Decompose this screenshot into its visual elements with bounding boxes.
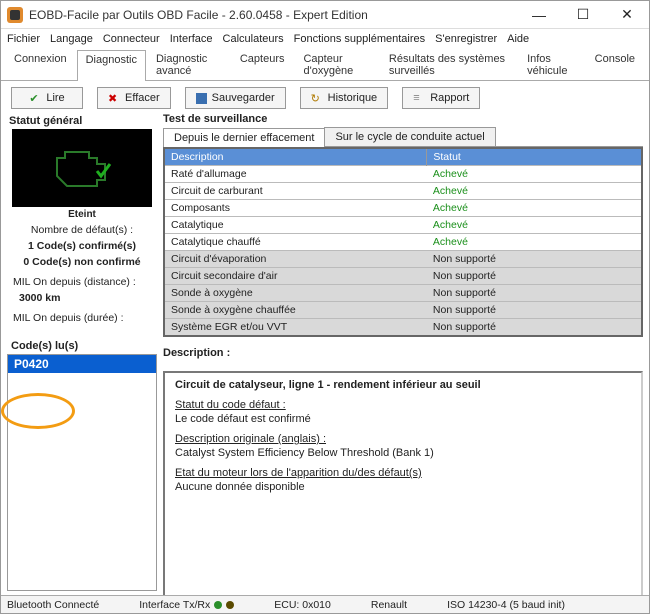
close-button[interactable]: ✕ [605, 1, 649, 28]
status-text: Le code défaut est confirmé [175, 413, 631, 425]
table-row[interactable]: Catalytique chaufféAchevé [164, 234, 642, 251]
subtab-1[interactable]: Sur le cycle de conduite actuel [324, 127, 495, 146]
interface-status: Interface Tx/Rx [139, 599, 234, 611]
col-description[interactable]: Description [164, 148, 427, 166]
tab-strip: ConnexionDiagnosticDiagnostic avancéCapt… [1, 49, 649, 81]
engine-graphic [12, 129, 152, 207]
x-icon: ✖ [108, 92, 120, 104]
codes-read-header: Code(s) lu(s) [7, 338, 157, 354]
tab-capteur-d-oxyg-ne[interactable]: Capteur d'oxygène [294, 49, 378, 80]
table-row[interactable]: ComposantsAchevé [164, 200, 642, 217]
subtab-0[interactable]: Depuis le dernier effacement [163, 128, 325, 147]
right-panel: Test de surveillance Depuis le dernier e… [163, 113, 643, 591]
mil-time-label: MIL On depuis (durée) : [13, 312, 155, 324]
menu-fonctions supplémentaires[interactable]: Fonctions supplémentaires [294, 33, 425, 45]
table-row[interactable]: Sonde à oxygèneNon supporté [164, 285, 642, 302]
save-button[interactable]: Sauvegarder [185, 87, 286, 109]
bluetooth-status: Bluetooth Connecté [7, 599, 99, 611]
table-row[interactable]: Circuit d'évaporationNon supporté [164, 251, 642, 268]
table-row[interactable]: Système EGR et/ou VVTNon supporté [164, 319, 642, 337]
general-status-header: Statut général [9, 115, 155, 127]
protocol: ISO 14230-4 (5 baud init) [447, 599, 565, 611]
table-row[interactable]: Circuit de carburantAchevé [164, 183, 642, 200]
tab-diagnostic-avanc-[interactable]: Diagnostic avancé [147, 49, 230, 80]
engine-state-text: Aucune donnée disponible [175, 481, 631, 493]
check-icon: ✔ [29, 92, 41, 104]
table-row[interactable]: CatalytiqueAchevé [164, 217, 642, 234]
window-title: EOBD-Facile par Outils OBD Facile - 2.60… [29, 8, 517, 22]
code-item[interactable]: P0420 [8, 355, 156, 373]
mil-distance-value: 3000 km [19, 292, 155, 304]
dtc-title: Circuit de catalyseur, ligne 1 - rendeme… [175, 379, 631, 391]
vehicle-make: Renault [371, 599, 407, 611]
tx-indicator-icon [214, 601, 222, 609]
menu-aide[interactable]: Aide [507, 33, 529, 45]
table-row[interactable]: Circuit secondaire d'airNon supporté [164, 268, 642, 285]
menu-s'enregistrer[interactable]: S'enregistrer [435, 33, 497, 45]
menu-calculateurs[interactable]: Calculateurs [223, 33, 284, 45]
title-bar: EOBD-Facile par Outils OBD Facile - 2.60… [1, 1, 649, 29]
confirmed-codes: 1 Code(s) confirmé(s) [9, 240, 155, 252]
mil-distance-label: MIL On depuis (distance) : [13, 276, 155, 288]
unconfirmed-codes: 0 Code(s) non confirmé [9, 256, 155, 268]
left-panel: Statut général Eteint Nombre de défaut(s… [7, 113, 157, 591]
tab-diagnostic[interactable]: Diagnostic [77, 50, 146, 81]
maximize-button[interactable]: ☐ [561, 1, 605, 28]
report-icon: ≡ [413, 92, 425, 104]
table-row[interactable]: Raté d'allumageAchevé [164, 166, 642, 183]
menu-fichier[interactable]: Fichier [7, 33, 40, 45]
col-status[interactable]: Statut [427, 148, 642, 166]
surveillance-header: Test de surveillance [163, 113, 643, 125]
tab-connexion[interactable]: Connexion [5, 49, 76, 80]
history-icon: ↻ [311, 92, 323, 104]
tab-r-sultats-des-syst-mes-surveill-s[interactable]: Résultats des systèmes surveillés [380, 49, 517, 80]
clear-button[interactable]: ✖Effacer [97, 87, 171, 109]
report-button[interactable]: ≡Rapport [402, 87, 480, 109]
tab-infos-v-hicule[interactable]: Infos véhicule [518, 49, 585, 80]
surveillance-subtabs: Depuis le dernier effacementSur le cycle… [163, 127, 643, 147]
surveillance-table: Description Statut Raté d'allumageAchevé… [163, 147, 643, 337]
tab-capteurs[interactable]: Capteurs [231, 49, 294, 80]
table-row[interactable]: Sonde à oxygène chaufféeNon supporté [164, 302, 642, 319]
engine-state-section-header: Etat du moteur lors de l'apparition du/d… [175, 467, 631, 479]
toolbar: ✔Lire ✖Effacer Sauvegarder ↻Historique ≡… [1, 81, 649, 113]
ecu-address: ECU: 0x010 [274, 599, 331, 611]
menu-connecteur[interactable]: Connecteur [103, 33, 160, 45]
read-button[interactable]: ✔Lire [11, 87, 83, 109]
status-bar: Bluetooth Connecté Interface Tx/Rx ECU: … [1, 595, 649, 613]
app-icon [7, 7, 23, 23]
menu-bar: Fichier Langage Connecteur Interface Calcula… [1, 29, 649, 49]
menu-interface[interactable]: Interface [170, 33, 213, 45]
minimize-button[interactable]: — [517, 1, 561, 28]
original-text: Catalyst System Efficiency Below Thresho… [175, 447, 631, 459]
original-section-header: Description originale (anglais) : [175, 433, 631, 445]
codes-list[interactable]: P0420 [7, 354, 157, 591]
floppy-icon [196, 93, 207, 104]
rx-indicator-icon [226, 601, 234, 609]
description-label: Description : [163, 347, 643, 359]
history-button[interactable]: ↻Historique [300, 87, 389, 109]
defaults-label: Nombre de défaut(s) : [9, 224, 155, 236]
status-section-header: Statut du code défaut : [175, 399, 631, 411]
tab-console[interactable]: Console [586, 49, 644, 80]
description-box: Circuit de catalyseur, ligne 1 - rendeme… [163, 371, 643, 601]
engine-state: Eteint [9, 209, 155, 220]
menu-langage[interactable]: Langage [50, 33, 93, 45]
